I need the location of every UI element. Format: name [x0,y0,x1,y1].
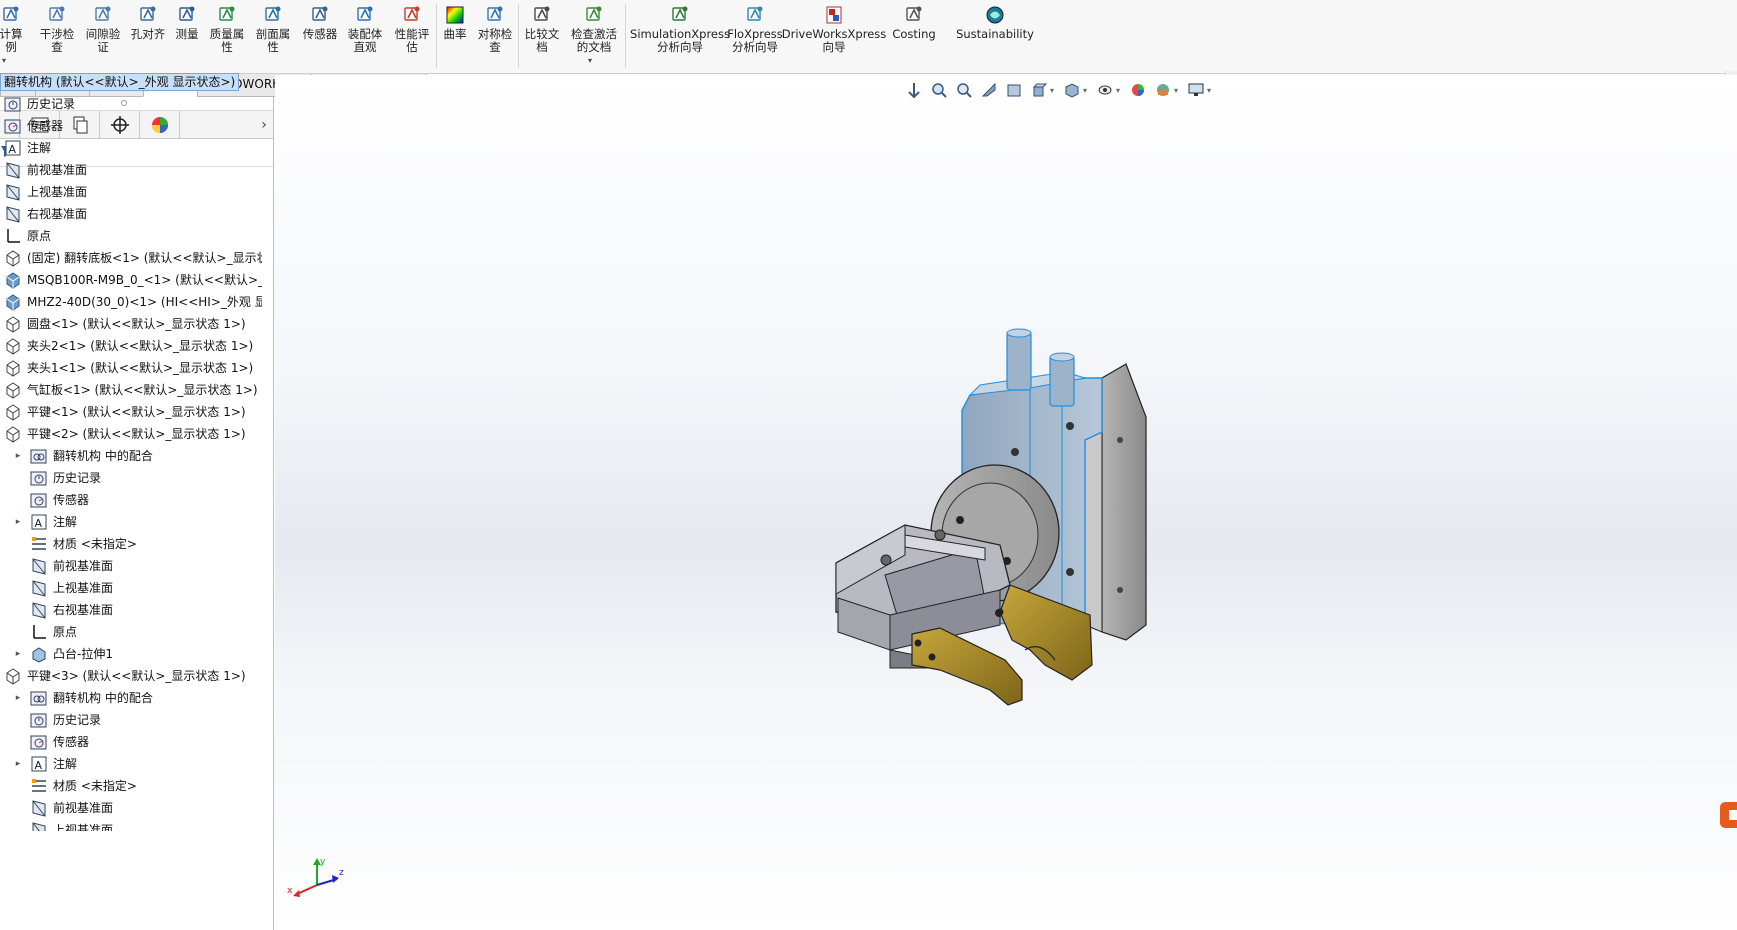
reference-triad: x y z [287,857,344,897]
svg-text:z: z [339,868,344,878]
air-port-1 [1006,331,1032,391]
jaw-2 [911,627,1023,706]
air-port-2 [1049,355,1075,407]
brand-logo-fragment-icon [1720,802,1737,828]
assembly-model-3d[interactable] [0,0,1737,930]
back-plate [1101,363,1147,641]
svg-text:y: y [320,857,326,867]
svg-text:x: x [287,886,293,896]
